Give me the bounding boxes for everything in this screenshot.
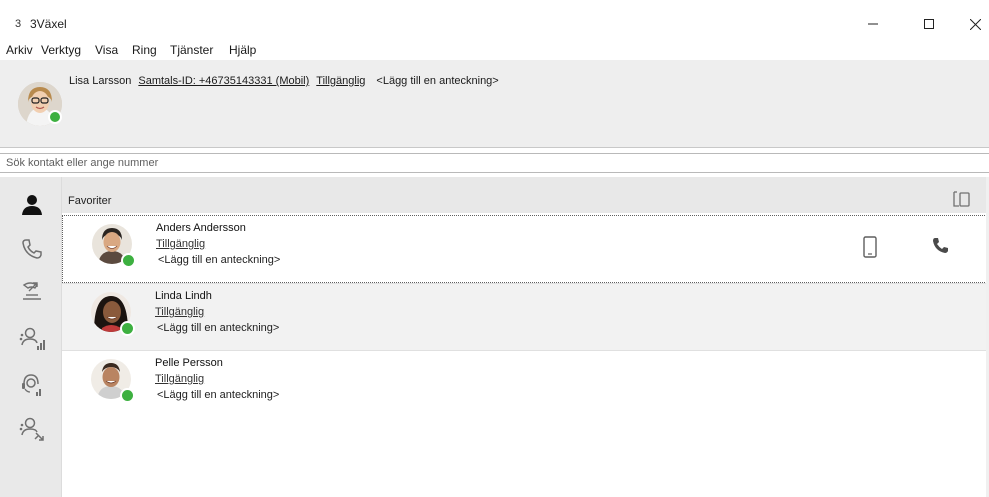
close-icon [969, 18, 981, 30]
contact-row-anders[interactable]: Anders Andersson Tillgänglig <Lägg till … [62, 215, 989, 283]
contact-status-dot [120, 321, 135, 336]
sidebar-item-contacts[interactable] [16, 189, 48, 221]
close-button[interactable] [952, 10, 989, 38]
favorites-title: Favoriter [68, 195, 112, 207]
app-logo-icon: 3 [15, 18, 22, 30]
search-bar [0, 153, 989, 173]
contact-note[interactable]: <Lägg till en anteckning> [157, 322, 279, 334]
menu-hjalp[interactable]: Hjälp [229, 43, 256, 57]
menu-tjanster[interactable]: Tjänster [170, 43, 213, 57]
menu-ring[interactable]: Ring [132, 43, 157, 57]
search-input[interactable] [6, 155, 976, 171]
menu-verktyg[interactable]: Verktyg [41, 43, 81, 57]
window-title: 3Växel [30, 17, 67, 31]
favorites-header: Favoriter [62, 177, 989, 213]
sidebar-item-calls[interactable] [16, 233, 48, 265]
devices-icon[interactable] [951, 190, 975, 208]
my-info-line: Lisa Larsson Samtals-ID: +46735143331 (Mo… [69, 75, 506, 87]
contact-row-linda[interactable]: Linda Lindh Tillgänglig <Lägg till en an… [62, 283, 989, 351]
sidebar-item-queue[interactable] [16, 369, 48, 401]
my-call-id-link[interactable]: Samtals-ID: +46735143331 (Mobil) [138, 75, 309, 87]
sidebar-item-group-status[interactable] [16, 323, 48, 355]
sidebar [0, 177, 62, 497]
my-note[interactable]: <Lägg till en anteckning> [376, 75, 498, 87]
minimize-icon [868, 23, 878, 25]
my-status-link[interactable]: Tillgänglig [316, 75, 365, 87]
sidebar-item-group-transfer[interactable] [16, 413, 48, 445]
contacts-icon [22, 195, 42, 215]
phone-icon [22, 239, 42, 259]
contact-status-link[interactable]: Tillgänglig [155, 306, 204, 318]
contact-status-link[interactable]: Tillgänglig [155, 373, 204, 385]
divider [0, 147, 989, 148]
sidebar-item-call-log[interactable] [16, 275, 48, 307]
maximize-button[interactable] [906, 10, 952, 38]
group-status-icon [19, 327, 45, 350]
my-status-dot [48, 110, 62, 124]
menu-visa[interactable]: Visa [95, 43, 118, 57]
contact-note[interactable]: <Lägg till en anteckning> [158, 254, 280, 266]
my-profile-panel: Lisa Larsson Samtals-ID: +46735143331 (Mo… [0, 60, 989, 148]
maximize-icon [924, 19, 934, 29]
title-bar: 3 3Växel [0, 0, 989, 40]
contact-name: Pelle Persson [155, 357, 223, 369]
menu-arkiv[interactable]: Arkiv [6, 43, 33, 57]
contact-status-link[interactable]: Tillgänglig [156, 238, 205, 250]
contact-name: Linda Lindh [155, 290, 212, 302]
group-transfer-icon [19, 417, 44, 441]
contact-status-dot [121, 253, 136, 268]
contact-row-pelle[interactable]: Pelle Persson Tillgänglig <Lägg till en … [62, 351, 989, 419]
call-phone-icon[interactable] [931, 236, 951, 256]
minimize-button[interactable] [850, 10, 896, 38]
mobile-icon[interactable] [862, 236, 878, 258]
contact-status-dot [120, 388, 135, 403]
queue-icon [22, 374, 41, 396]
my-name: Lisa Larsson [69, 75, 132, 87]
call-log-icon [22, 282, 41, 300]
menu-bar: Arkiv Verktyg Visa Ring Tjänster Hjälp [0, 40, 989, 60]
contact-note[interactable]: <Lägg till en anteckning> [157, 389, 279, 401]
contact-name: Anders Andersson [156, 222, 246, 234]
